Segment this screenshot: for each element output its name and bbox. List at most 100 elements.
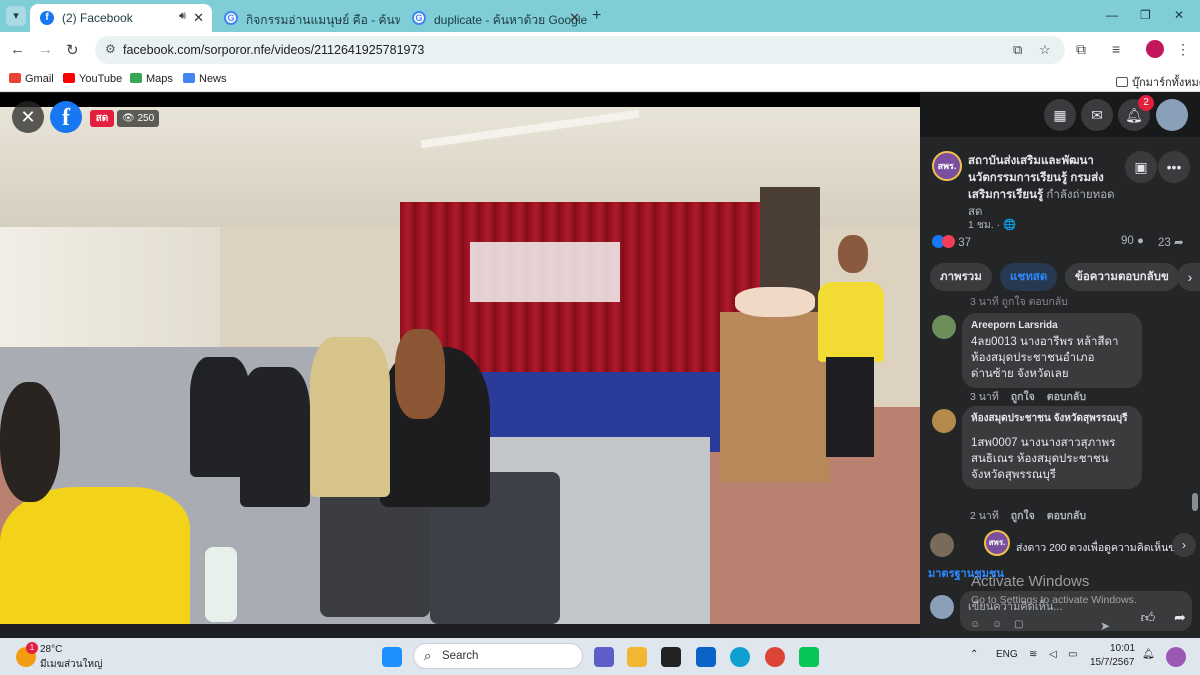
account-avatar[interactable]	[1156, 99, 1188, 131]
bookmark-maps[interactable]: Maps	[130, 73, 173, 85]
comment-meta: 2 นาที ถูกใจ ตอบกลับ	[970, 510, 1087, 522]
chat-scrollbar[interactable]	[1192, 493, 1198, 511]
browser-toolbar: ← → ↻ ⚙ facebook.com/sorporor.nfe/videos…	[0, 32, 1200, 68]
back-arrow-icon[interactable]: ←	[10, 41, 25, 58]
thumbs-up-icon[interactable]: 👍︎	[1132, 601, 1164, 633]
attendee-hair	[395, 329, 445, 419]
window-close-icon[interactable]: ✕	[1174, 8, 1184, 22]
clock-date[interactable]: 15/7/2567	[1090, 657, 1135, 668]
podium	[720, 312, 830, 482]
live-badge: สด	[90, 110, 114, 127]
menu-grid-icon[interactable]: ▦	[1044, 99, 1076, 131]
facebook-logo-icon[interactable]: f	[50, 101, 82, 133]
shares-count[interactable]: 23 ➦	[1158, 235, 1184, 249]
facebook-favicon-icon: f	[40, 11, 54, 25]
reply-link[interactable]: ตอบกลับ	[1047, 391, 1086, 403]
activate-windows-title: Activate Windows	[971, 573, 1090, 590]
send-icon[interactable]: ➤	[1100, 619, 1110, 633]
emoji-icon[interactable]: ☺	[992, 619, 1002, 630]
tab-google-search-2[interactable]: G duplicate - ค้นหาด้วย Google ✕	[402, 4, 588, 32]
file-explorer-icon[interactable]	[627, 647, 647, 667]
speaker-legs	[826, 357, 874, 457]
star-prompt-text: ส่งดาว 200 ดวงเพื่อดูความคิดเห็นของ	[1016, 542, 1176, 554]
attendee	[310, 337, 390, 497]
bookmark-news[interactable]: News	[183, 73, 227, 85]
volume-icon[interactable]: ◁	[1049, 649, 1057, 660]
forward-arrow-icon[interactable]: →	[38, 41, 53, 58]
taskbar-search[interactable]: ⌕ Search	[413, 643, 583, 669]
commenter-avatar[interactable]	[932, 409, 956, 433]
line-icon[interactable]	[799, 647, 819, 667]
live-video-player[interactable]	[0, 107, 920, 624]
copilot-icon[interactable]	[1166, 647, 1186, 667]
star-prompt-row[interactable]: สพร. ส่งดาว 200 ดวงเพื่อดูความคิดเห็นของ…	[920, 530, 1200, 560]
gmail-icon	[9, 73, 21, 83]
tab-facebook[interactable]: f (2) Facebook 🔊︎ ✕	[30, 4, 212, 32]
speaker-shirt	[818, 282, 884, 362]
address-bar[interactable]: ⚙ facebook.com/sorporor.nfe/videos/21126…	[95, 36, 1065, 64]
battery-icon[interactable]: ▭	[1068, 649, 1077, 660]
start-windows-icon[interactable]	[382, 647, 402, 667]
page-name[interactable]: สถาบันส่งเสริมและพัฒนานวัตกรรมการเรียนรู…	[968, 153, 1128, 221]
messenger-icon[interactable]: ✉	[1081, 99, 1113, 131]
menu-kebab-icon[interactable]: ⋮	[1176, 41, 1190, 58]
media-control-icon[interactable]: ≡	[1112, 41, 1120, 57]
bookmark-star-icon[interactable]: ☆	[1039, 42, 1051, 58]
chevron-right-icon[interactable]: ›	[1172, 533, 1196, 557]
attendee	[240, 367, 310, 507]
like-link[interactable]: ถูกใจ	[1011, 391, 1035, 403]
share-icon[interactable]: ➦	[1164, 601, 1196, 633]
notification-icon[interactable]: 🔔︎	[1142, 649, 1155, 660]
reload-icon[interactable]: ↻	[66, 41, 79, 59]
teams-icon[interactable]	[594, 647, 614, 667]
comment-author[interactable]: ห้องสมุดประชาชน จังหวัดสุพรรณบุรี	[971, 412, 1133, 425]
tab-overview[interactable]: ภาพรวม	[930, 263, 992, 291]
bookmark-youtube[interactable]: YouTube	[63, 73, 122, 85]
comment-meta-partial: 3 นาที ถูกใจ ตอบกลับ	[970, 296, 1068, 308]
tab-title: duplicate - ค้นหาด้วย Google	[434, 13, 588, 27]
comment-author[interactable]: Areeporn Larsrida	[971, 319, 1133, 332]
edge-icon[interactable]	[730, 647, 750, 667]
weather-temp[interactable]: 28°C	[40, 644, 62, 655]
tab-close-icon[interactable]: ✕	[569, 10, 580, 26]
tab-close-icon[interactable]: ✕	[193, 10, 204, 26]
gif-icon[interactable]: ☺	[970, 619, 980, 630]
wifi-icon[interactable]: ≋	[1029, 649, 1037, 660]
like-link[interactable]: ถูกใจ	[1011, 510, 1035, 522]
clock-time[interactable]: 10:01	[1110, 643, 1135, 654]
sticker-icon[interactable]: ▢	[1014, 619, 1023, 630]
tab-replies[interactable]: ข้อความตอบกลับข	[1065, 263, 1179, 291]
browser-tab-strip: ▾ f (2) Facebook 🔊︎ ✕ G กิจกรรมอ่านแมนุษ…	[0, 0, 1200, 32]
speaker-icon[interactable]: 🔊︎	[179, 10, 186, 23]
mail-icon[interactable]	[696, 647, 716, 667]
site-info-icon[interactable]: ⚙	[105, 42, 116, 56]
minimize-icon[interactable]: —	[1106, 8, 1118, 22]
more-options-icon[interactable]: •••	[1158, 151, 1190, 183]
profile-avatar[interactable]	[1146, 40, 1164, 58]
language-indicator[interactable]: ENG	[996, 649, 1018, 660]
maps-icon	[130, 73, 142, 83]
extensions-icon[interactable]: ⧉	[1076, 41, 1086, 58]
install-app-icon[interactable]: ⧉	[1013, 42, 1022, 58]
page-avatar[interactable]: สพร.	[932, 151, 962, 181]
save-video-icon[interactable]: ▣	[1125, 151, 1157, 183]
folder-icon	[1116, 77, 1128, 87]
close-video-button[interactable]: ✕	[12, 101, 44, 133]
chrome-icon[interactable]	[765, 647, 785, 667]
restore-icon[interactable]: ❐	[1140, 8, 1151, 22]
search-icon: ⌕	[424, 648, 432, 663]
reply-link[interactable]: ตอบกลับ	[1047, 510, 1086, 522]
new-tab-button[interactable]: +	[592, 7, 601, 25]
tab-live-chat[interactable]: แชทสด	[1000, 263, 1058, 291]
bookmark-gmail[interactable]: Gmail	[9, 73, 54, 85]
chevron-up-icon[interactable]: ⌃	[970, 649, 978, 660]
tab-google-search-1[interactable]: G กิจกรรมอ่านแมนุษย์ คือ - ค้นหาด้วย G	[214, 4, 400, 32]
notion-icon[interactable]	[661, 647, 681, 667]
reactions-summary[interactable]: 37	[932, 235, 971, 249]
chevron-right-icon[interactable]: ›	[1177, 263, 1200, 291]
comment-bubble: ห้องสมุดประชาชน จังหวัดสุพรรณบุรี 1สพ000…	[962, 406, 1142, 489]
comments-count[interactable]: 90 ●	[1121, 235, 1144, 247]
tab-search-dropdown-icon[interactable]: ▾	[6, 6, 26, 26]
commenter-avatar[interactable]	[932, 315, 956, 339]
all-bookmarks[interactable]: บุ๊กมาร์กทั้งหมด	[1116, 73, 1200, 91]
